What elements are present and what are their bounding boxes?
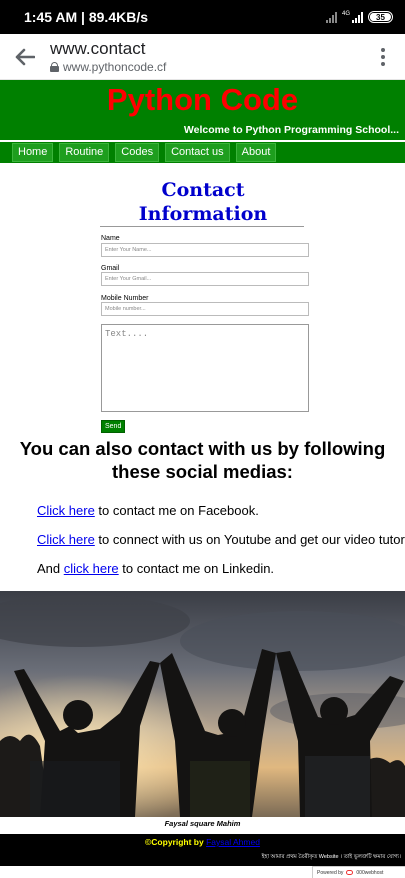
nav-codes[interactable]: Codes xyxy=(115,143,160,162)
powered-by-badge[interactable]: Powered by 000webhost xyxy=(312,866,405,878)
group-photo xyxy=(0,591,405,817)
battery-icon: 35 xyxy=(368,11,393,23)
heading-underline xyxy=(100,226,304,227)
footer-note: ইহা আমার প্রথম তৈরীকৃত Website । তাই ভুল… xyxy=(261,854,401,860)
mobile-input[interactable]: Mobile number... xyxy=(101,302,309,316)
site-footer: ©Copyright by Faysal Ahmed ইহা আমার প্রথ… xyxy=(0,834,405,866)
address-bar[interactable]: www.contact www.pythoncode.cf xyxy=(50,39,373,75)
copyright-prefix: ©Copyright by xyxy=(145,837,207,847)
status-bar: 1:45 AM | 89.4KB/s 4G 35 xyxy=(0,0,405,34)
nav-contact-us[interactable]: Contact us xyxy=(165,143,230,162)
send-button[interactable]: Send xyxy=(101,420,126,433)
browser-toolbar: www.contact www.pythoncode.cf xyxy=(0,34,405,80)
photo-caption: Faysal square Mahim xyxy=(0,817,405,834)
mobile-label: Mobile Number xyxy=(101,295,149,302)
webhost-logo-icon xyxy=(346,870,354,875)
more-options-icon[interactable] xyxy=(373,45,393,69)
lock-icon xyxy=(50,61,59,72)
contact-heading-line2: Information xyxy=(138,203,268,225)
linkedin-prefix: And xyxy=(37,561,64,576)
name-label: Name xyxy=(101,235,120,242)
message-textarea[interactable]: Text.... xyxy=(101,324,309,412)
nav-routine[interactable]: Routine xyxy=(59,143,110,162)
linkedin-text: to contact me on Linkedin. xyxy=(118,561,275,576)
site-header: Python Code Welcome to Python Programmin… xyxy=(0,80,405,140)
facebook-link[interactable]: Click here xyxy=(37,503,95,518)
linkedin-link[interactable]: click here xyxy=(64,561,119,576)
youtube-link[interactable]: Click here xyxy=(37,532,95,547)
contact-heading-line1: Contact xyxy=(161,179,245,201)
contact-heading: Contact Information xyxy=(100,178,306,226)
url-line: www.pythoncode.cf xyxy=(50,59,373,75)
copyright: ©Copyright by Faysal Ahmed xyxy=(0,837,405,847)
nav-about[interactable]: About xyxy=(235,143,277,162)
network-type-label: 4G xyxy=(341,11,350,17)
signal-strength-4g-icon: 4G xyxy=(342,11,363,23)
facebook-text: to contact me on Facebook. xyxy=(94,503,259,518)
social-heading: You can also contact with us by followin… xyxy=(19,438,386,482)
url-text: www.pythoncode.cf xyxy=(63,59,167,74)
welcome-marquee: Welcome to Python Programming School... xyxy=(183,124,399,136)
youtube-line: Click here to connect with us on Youtube… xyxy=(37,532,405,547)
site-title: Python Code xyxy=(106,82,299,117)
host-name: 000webhost xyxy=(356,869,384,876)
page: 1:45 AM | 89.4KB/s 4G 35 www.contact www… xyxy=(0,0,405,878)
name-input[interactable]: Enter Your Name... xyxy=(101,243,309,257)
linkedin-line: And click here to contact me on Linkedin… xyxy=(37,561,274,576)
gmail-label: Gmail xyxy=(101,265,120,272)
site-nav: Home Routine Codes Contact us About xyxy=(0,142,405,163)
page-title: www.contact xyxy=(50,38,146,58)
facebook-line: Click here to contact me on Facebook. xyxy=(37,503,259,518)
status-time-speed: 1:45 AM | 89.4KB/s xyxy=(24,9,149,25)
battery-level: 35 xyxy=(376,12,385,22)
author-link[interactable]: Faysal Ahmed xyxy=(206,837,260,847)
nav-home[interactable]: Home xyxy=(12,143,54,162)
back-arrow-icon[interactable] xyxy=(14,46,36,68)
signal-strength-icon xyxy=(325,11,337,23)
gmail-input[interactable]: Enter Your Gmail... xyxy=(101,272,309,286)
powered-by-label: Powered by xyxy=(317,869,344,876)
youtube-text: to connect with us on Youtube and get ou… xyxy=(94,532,405,547)
status-icons: 4G 35 xyxy=(325,11,393,23)
